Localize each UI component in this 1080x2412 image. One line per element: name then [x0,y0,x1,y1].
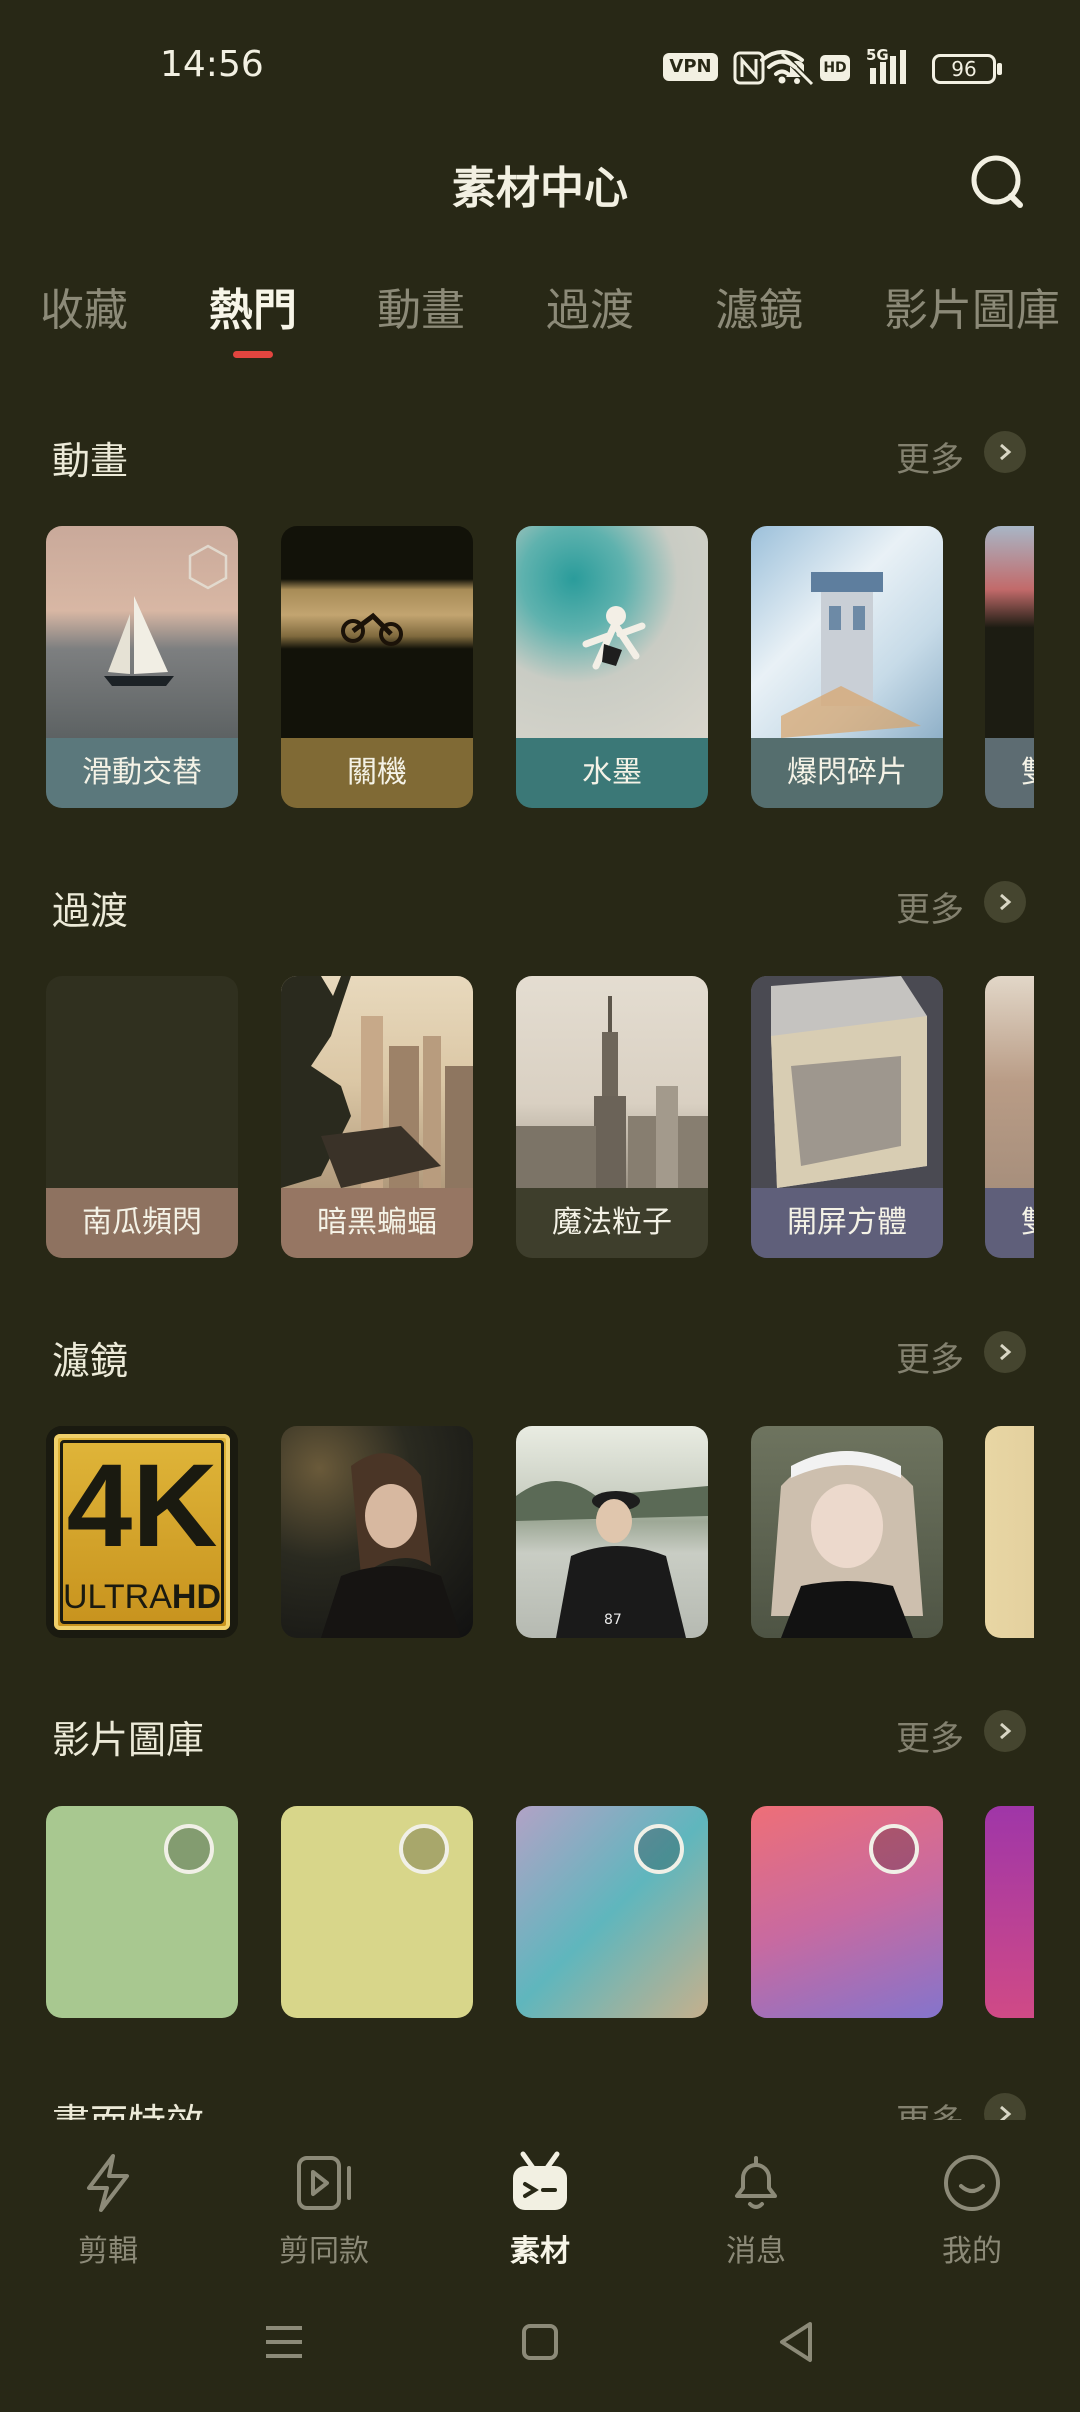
screen-effects-header: 畫面特效 更多 [0,2080,1080,2124]
tab-filter[interactable]: 濾鏡 [715,274,803,338]
filter-card-portrait-night[interactable] [281,1426,473,1638]
nav-material[interactable]: 素材 [460,2150,620,2270]
animation-card-slide-alternate[interactable]: 滑動交替 [46,526,238,808]
chevron-right-icon[interactable] [984,431,1026,473]
4k-ultrahd-badge: 4K ULTRAHD [46,1426,238,1638]
ink-splash-thumbnail [516,526,708,738]
battery-tip [997,63,1002,75]
filter-card-partial[interactable] [985,1426,1034,1638]
nav-template[interactable]: 剪同款 [244,2150,404,2270]
search-icon[interactable] [966,150,1028,212]
chevron-right-icon[interactable] [984,881,1026,923]
more-link-animation[interactable]: 更多 [896,432,964,481]
select-radio[interactable] [634,1824,684,1874]
filter-card-portrait-maid[interactable] [751,1426,943,1638]
back-icon[interactable] [774,2320,818,2364]
home-icon[interactable] [518,2320,562,2364]
transition-card-magic-particles[interactable]: 魔法粒子 [516,976,708,1258]
bell-icon [735,2156,777,2209]
pumpkin-strobe-thumbnail [46,976,238,1188]
chevron-right-icon[interactable] [984,1710,1026,1752]
nav-label: 素材 [510,2234,570,2269]
empire-state-thumbnail [516,976,708,1188]
select-radio[interactable] [869,1824,919,1874]
vpn-icon: VPN [663,53,718,81]
menu-icon[interactable] [262,2320,306,2364]
card-label: 雙 [985,1188,1034,1258]
bottom-nav: 剪輯 剪同款 素材 消息 我的 [0,2120,1080,2412]
hd-text: HD [171,1578,222,1616]
animation-card-shutdown[interactable]: 關機 [281,526,473,808]
tab-video-library[interactable]: 影片圖庫 [884,274,1060,338]
card-label: 暗黑蝙蝠 [281,1188,473,1258]
signal-icon [870,50,906,84]
more-link-transition[interactable]: 更多 [896,882,964,931]
transition-card-pumpkin-strobe[interactable]: 南瓜頻閃 [46,976,238,1258]
section-title-animation: 動畫 [52,439,129,483]
tab-transition[interactable]: 過渡 [546,274,634,338]
animation-card-ink[interactable]: 水墨 [516,526,708,808]
card-label: 爆閃碎片 [751,738,943,808]
video-color-card-yellow[interactable] [281,1806,473,2018]
city-bat-thumbnail [281,976,473,1188]
battery-icon: 96 [932,54,996,84]
nav-profile[interactable]: 我的 [892,2150,1052,2270]
nav-messages[interactable]: 消息 [676,2150,836,2270]
woman-lake-thumbnail: 87 [516,1426,708,1638]
card-label: 開屏方體 [751,1188,943,1258]
cube-thumbnail [751,976,943,1188]
video-color-card-partial[interactable] [985,1806,1034,2018]
smiley-icon [944,2155,1000,2211]
page-title: 素材中心 [452,163,628,214]
nav-label: 剪同款 [279,2234,369,2269]
animation-card-partial[interactable]: 雙 [985,526,1034,808]
transition-card-open-cube[interactable]: 開屏方體 [751,976,943,1258]
tab-animation[interactable]: 動畫 [377,274,465,338]
video-template-icon [297,2156,351,2210]
card-label: 南瓜頻閃 [46,1188,238,1258]
4k-text: 4K [66,1440,218,1572]
ultra-text: ULTRA [62,1578,172,1616]
nav-edit[interactable]: 剪輯 [28,2150,188,2270]
section-title-video-library: 影片圖庫 [52,1718,205,1762]
chevron-right-icon[interactable] [984,1331,1026,1373]
card-label: 魔法粒子 [516,1188,708,1258]
select-radio[interactable] [164,1824,214,1874]
nav-label: 我的 [942,2234,1002,2269]
video-color-card-green[interactable] [46,1806,238,2018]
card-label: 雙 [985,738,1034,808]
woman-night-thumbnail [281,1426,473,1638]
hd-icon: HD [820,55,850,81]
motorcycle-thumbnail [281,526,473,738]
nav-label: 消息 [726,2234,786,2269]
video-color-card-pink-gradient[interactable] [751,1806,943,2018]
jersey-number: 87 [604,1612,622,1628]
filter-card-4k-ultrahd[interactable]: 4K ULTRAHD [46,1426,238,1638]
nav-label: 剪輯 [78,2234,138,2269]
filter-card-portrait-lake[interactable]: 87 [516,1426,708,1638]
select-radio[interactable] [399,1824,449,1874]
maid-thumbnail [751,1426,943,1638]
sailboat-thumbnail [46,526,238,738]
transition-card-dark-bat[interactable]: 暗黑蝙蝠 [281,976,473,1258]
animation-card-flash-shards[interactable]: 爆閃碎片 [751,526,943,808]
section-title-transition: 過渡 [52,889,129,933]
tab-popular[interactable]: 熱門 [209,274,297,338]
wifi-icon [760,50,804,84]
status-time: 14:56 [160,44,264,85]
card-label: 滑動交替 [46,738,238,808]
lightning-icon [87,2154,129,2212]
video-color-card-teal-gradient[interactable] [516,1806,708,2018]
transition-card-partial[interactable]: 雙 [985,976,1034,1258]
material-icon [513,2151,567,2210]
card-label: 水墨 [516,738,708,808]
more-link-filter[interactable]: 更多 [896,1332,964,1381]
card-label: 關機 [281,738,473,808]
tab-favorites[interactable]: 收藏 [40,274,128,338]
more-link-video-library[interactable]: 更多 [896,1711,964,1760]
castle-thumbnail [751,526,943,738]
section-title-filter: 濾鏡 [52,1339,129,1383]
active-tab-indicator [233,351,273,358]
